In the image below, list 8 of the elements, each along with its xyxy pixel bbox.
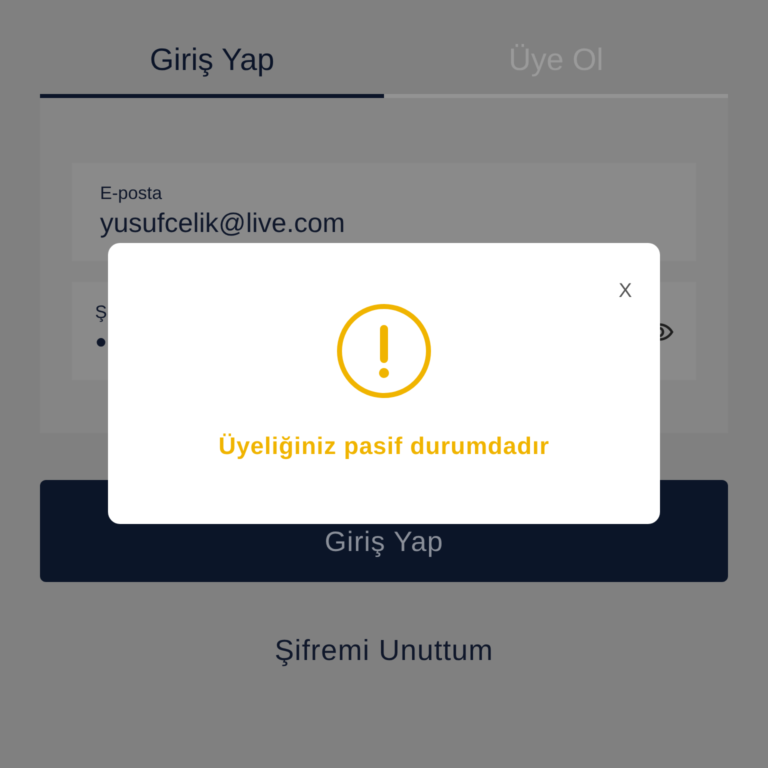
close-button[interactable]: X [618, 279, 632, 303]
alert-message: Üyeliğiniz pasif durumdadır [218, 432, 550, 462]
warning-icon [336, 303, 432, 399]
field-value: yusufcelik@live.com [100, 207, 345, 240]
field-label: E-posta [100, 182, 162, 205]
field-label: Ş [95, 301, 108, 324]
field-value: ● [95, 330, 108, 355]
forgot-password-link[interactable]: Şifremi Unuttum [274, 630, 494, 674]
